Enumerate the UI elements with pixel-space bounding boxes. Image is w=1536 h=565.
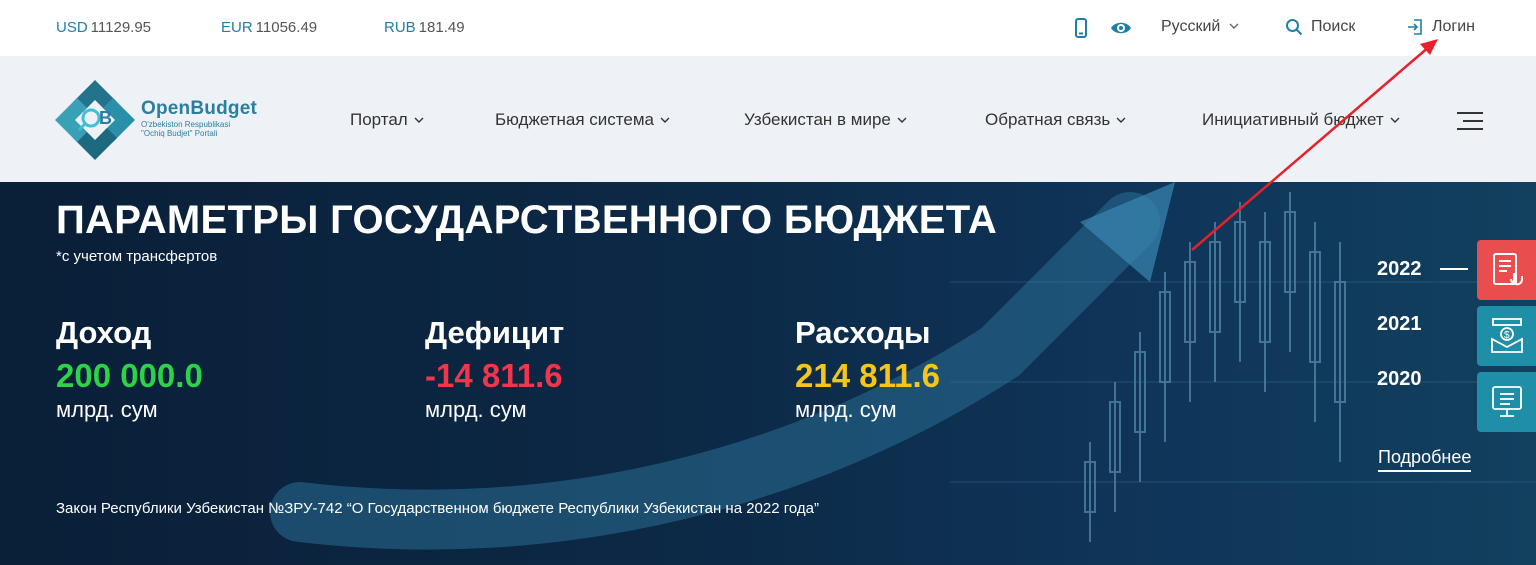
chevron-down-icon — [1116, 117, 1126, 123]
metric-value: 200 000.0 — [56, 357, 203, 394]
metric-unit: млрд. сум — [795, 397, 897, 422]
more-details-link[interactable]: Подробнее — [1378, 447, 1472, 472]
hero-note: *с учетом трансфертов — [56, 248, 218, 265]
rate-usd: USD 11129.95 — [56, 19, 151, 36]
nav-item-label: Инициативный бюджет — [1202, 110, 1384, 129]
language-label: Русский — [1161, 18, 1221, 35]
nav-item-label: Узбекистан в мире — [744, 110, 891, 129]
document-click-icon — [1492, 253, 1523, 286]
login-label: Логин — [1432, 18, 1476, 35]
chevron-down-icon — [897, 117, 907, 123]
login-button[interactable]: Логин — [1406, 18, 1475, 36]
hamburger-bar — [1463, 120, 1483, 122]
nav-item-initiative-budget[interactable]: Инициативный бюджет — [1202, 110, 1400, 130]
hamburger-menu-icon[interactable] — [1457, 112, 1483, 132]
rate-rub: RUB 181.49 — [384, 19, 465, 36]
rate-currency: USD — [56, 19, 88, 36]
nav-item-label: Портал — [350, 110, 408, 129]
metric-label: Доход — [56, 315, 152, 350]
rate-currency: RUB — [384, 19, 416, 36]
mobile-icon[interactable] — [1070, 17, 1092, 39]
metric-value: -14 811.6 — [425, 357, 563, 394]
logo-title: OpenBudget — [141, 98, 257, 119]
metric-label: Дефицит — [425, 315, 565, 350]
logo-text: OpenBudget O'zbekiston Respublikasi "Och… — [141, 98, 257, 138]
svg-text:B: B — [99, 108, 112, 128]
nav-item-budget-system[interactable]: Бюджетная система — [495, 110, 670, 130]
main-nav: B OpenBudget O'zbekiston Respublikasi "O… — [0, 56, 1536, 182]
budget-law-caption: Закон Республики Узбекистан №ЗРУ-742 “О … — [56, 500, 820, 517]
nav-item-feedback[interactable]: Обратная связь — [985, 110, 1126, 130]
metric-unit: млрд. сум — [425, 397, 527, 422]
search-button[interactable]: Поиск — [1285, 18, 1355, 36]
chevron-down-icon — [1390, 117, 1400, 123]
rate-eur: EUR 11056.49 — [221, 19, 317, 36]
hero-title: ПАРАМЕТРЫ ГОСУДАРСТВЕННОГО БЮДЖЕТА — [56, 198, 998, 242]
metric-expenses: Расходы 214 811.6 млрд. сум — [795, 315, 940, 423]
side-budget-mail-button[interactable]: $ — [1477, 306, 1536, 366]
money-envelope-icon: $ — [1490, 318, 1523, 353]
rate-value: 11129.95 — [90, 19, 152, 36]
hamburger-bar — [1457, 112, 1483, 114]
search-label: Поиск — [1311, 18, 1356, 35]
nav-item-label: Обратная связь — [985, 110, 1111, 129]
side-monitor-button[interactable] — [1477, 372, 1536, 432]
openbudget-logo[interactable]: B OpenBudget O'zbekiston Respublikasi "O… — [55, 80, 285, 160]
year-2020-option[interactable]: 2020 — [1377, 368, 1422, 391]
nav-item-portal[interactable]: Портал — [350, 110, 424, 130]
year-2021-option[interactable]: 2021 — [1377, 313, 1422, 336]
logo-subtitle: "Ochiq Budjet" Portali — [141, 129, 218, 138]
metric-unit: млрд. сум — [56, 397, 158, 422]
rate-currency: EUR — [221, 19, 253, 36]
language-selector[interactable]: Русский — [1161, 18, 1239, 36]
top-bar: USD 11129.95 EUR 11056.49 RUB 181.49 Русски… — [0, 0, 1536, 56]
metric-label: Расходы — [795, 315, 931, 350]
hamburger-bar — [1457, 128, 1483, 130]
nav-item-label: Бюджетная система — [495, 110, 654, 129]
login-icon — [1408, 19, 1422, 35]
metric-value: 214 811.6 — [795, 357, 940, 394]
rate-value: 181.49 — [418, 19, 465, 36]
monitor-document-icon — [1491, 386, 1522, 417]
eye-icon[interactable] — [1110, 17, 1132, 39]
chevron-down-icon — [414, 117, 424, 123]
search-icon — [1286, 19, 1303, 36]
logo-subtitle: O'zbekiston Respublikasi — [141, 120, 231, 129]
metric-deficit: Дефицит -14 811.6 млрд. сум — [425, 315, 564, 423]
budget-hero: ПАРАМЕТРЫ ГОСУДАРСТВЕННОГО БЮДЖЕТА *с уч… — [0, 182, 1536, 565]
rate-value: 11056.49 — [255, 19, 318, 36]
year-2022-option[interactable]: 2022 — [1377, 258, 1422, 281]
logo-emblem-icon: B — [55, 80, 135, 160]
chevron-down-icon — [660, 117, 670, 123]
side-document-button[interactable] — [1477, 240, 1536, 300]
svg-text:$: $ — [1504, 330, 1510, 341]
metric-income: Доход 200 000.0 млрд. сум — [56, 315, 203, 423]
active-year-indicator — [1440, 268, 1468, 270]
nav-item-uzbekistan-world[interactable]: Узбекистан в мире — [744, 110, 907, 130]
chevron-down-icon — [1229, 23, 1239, 29]
